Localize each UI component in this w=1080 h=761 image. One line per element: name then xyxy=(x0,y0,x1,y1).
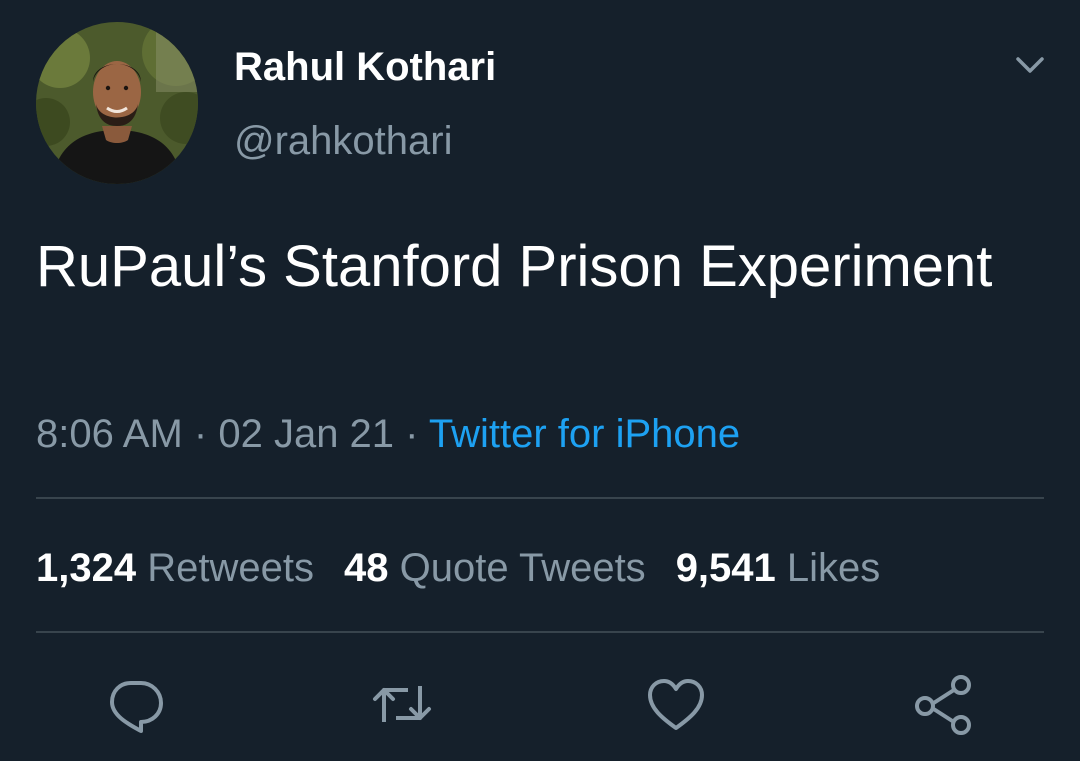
divider xyxy=(36,631,1044,633)
retweet-button[interactable] xyxy=(370,672,434,736)
tweet-date: 02 Jan 21 xyxy=(218,412,395,456)
likes-label: Likes xyxy=(786,546,881,590)
tweet-text: RuPaul’s Stanford Prison Experiment xyxy=(36,234,993,299)
share-icon xyxy=(915,675,971,735)
quote-tweets-label: Quote Tweets xyxy=(399,546,646,590)
author-handle[interactable]: @rahkothari xyxy=(234,116,452,166)
meta-separator: · xyxy=(405,412,419,456)
tweet-meta: 8:06 AM · 02 Jan 21 · Twitter for iPhone xyxy=(36,408,740,460)
likes-count: 9,541 xyxy=(675,546,776,590)
meta-separator: · xyxy=(193,412,208,456)
avatar-photo xyxy=(36,22,198,184)
retweets-stat[interactable]: 1,324 Retweets xyxy=(36,546,314,590)
reply-button[interactable] xyxy=(104,672,168,736)
author-display-name[interactable]: Rahul Kothari xyxy=(234,42,496,92)
like-button[interactable] xyxy=(644,672,708,736)
retweets-label: Retweets xyxy=(147,546,314,590)
tweet-time: 8:06 AM xyxy=(36,412,183,456)
reply-icon xyxy=(110,681,163,733)
share-button[interactable] xyxy=(912,672,976,736)
avatar[interactable] xyxy=(36,22,198,184)
retweet-icon xyxy=(373,686,431,722)
tweet-source-link[interactable]: Twitter for iPhone xyxy=(429,412,740,456)
quote-tweets-count: 48 xyxy=(343,546,389,590)
heart-icon xyxy=(648,679,704,730)
tweet-stats: 1,324 Retweets 48 Quote Tweets 9,541 Likes xyxy=(36,541,880,595)
tweet-detail: Rahul Kothari @rahkothari RuPaul’s Stanf… xyxy=(0,0,1080,761)
likes-stat[interactable]: 9,541 Likes xyxy=(676,546,881,590)
quote-tweets-stat[interactable]: 48 Quote Tweets xyxy=(344,546,646,590)
divider xyxy=(36,497,1044,499)
retweets-count: 1,324 xyxy=(36,546,137,590)
chevron-down-icon[interactable] xyxy=(1008,48,1052,84)
